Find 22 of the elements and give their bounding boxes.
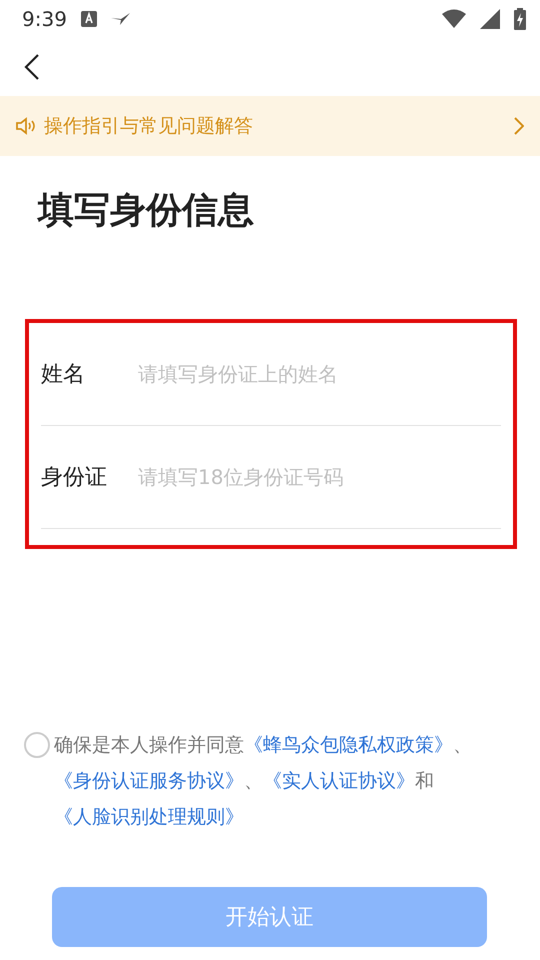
bird-icon [110, 13, 131, 25]
wifi-icon [442, 9, 466, 29]
agreement-link[interactable]: 《身份认证服务协议》 [54, 770, 244, 792]
status-time: 9:39 [22, 7, 67, 31]
agreement-text: 确保是本人操作并同意《蜂鸟众包隐私权政策》、 《身份认证服务协议》、《实人认证协议》和 《人脸识别处理规则》 [54, 733, 473, 830]
page-title: 填写身份信息 [38, 189, 255, 233]
field-label: 身份证 [41, 464, 108, 492]
input-field[interactable]: 请填写身份证上的姓名 [136, 361, 501, 387]
notice-text: 操作指引与常见问题解答 [44, 114, 254, 139]
field-label: 姓名 [41, 361, 86, 389]
notice-bar[interactable]: 操作指引与常见问题解答 [0, 96, 540, 156]
agreement-link[interactable]: 《实人认证协议》 [263, 770, 415, 792]
chevron-right-icon [514, 117, 524, 135]
signal-icon [480, 9, 500, 29]
agreement-link[interactable]: 《蜂鸟众包隐私权政策》 [244, 734, 453, 756]
keyboard-icon [80, 11, 97, 27]
back-icon[interactable] [24, 53, 40, 81]
battery-icon [514, 8, 526, 30]
agree-radio[interactable] [24, 732, 50, 758]
input-field[interactable]: 请填写18位身份证号码 [136, 464, 501, 490]
agreement-link[interactable]: 《人脸识别处理规则》 [54, 806, 244, 828]
speaker-icon [16, 117, 36, 135]
